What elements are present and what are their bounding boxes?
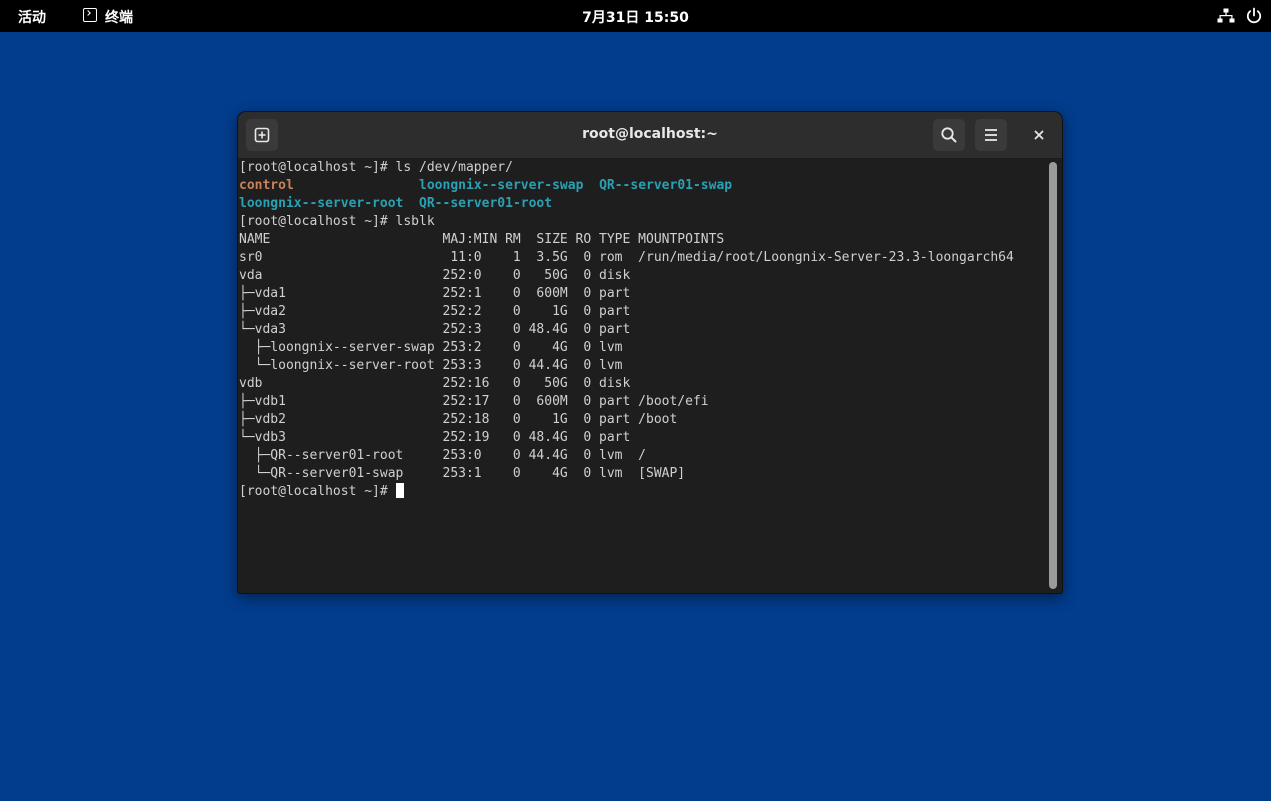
power-icon[interactable] xyxy=(1245,7,1263,25)
terminal-line: ├─vdb1 252:17 0 600M 0 part /boot/efi xyxy=(239,394,709,409)
terminal-line: └─vda3 252:3 0 48.4G 0 part xyxy=(239,322,631,337)
scrollbar[interactable] xyxy=(1049,162,1057,589)
close-icon xyxy=(1034,130,1044,140)
mapper-device-name: QR--server01-root xyxy=(419,196,553,211)
terminal-line: ├─loongnix--server-swap 253:2 0 4G 0 lvm xyxy=(239,340,623,355)
terminal-line: loongnix--server-root QR--server01-root xyxy=(239,195,1047,213)
network-icon[interactable] xyxy=(1217,8,1235,24)
terminal-line: vda 252:0 0 50G 0 disk xyxy=(239,268,631,283)
terminal-line: ├─vda2 252:2 0 1G 0 part xyxy=(239,304,631,319)
terminal-line: └─loongnix--server-root 253:3 0 44.4G 0 … xyxy=(239,358,623,373)
clock[interactable]: 7月31日 15:50 xyxy=(0,7,1271,27)
close-button[interactable] xyxy=(1023,119,1055,151)
hamburger-menu-icon xyxy=(985,129,997,141)
mapper-device-name: loongnix--server-root xyxy=(239,196,404,211)
main-menu-button[interactable] xyxy=(975,119,1007,151)
terminal-line: control loongnix--server-swap QR--server… xyxy=(239,177,1047,195)
terminal-line: sr0 11:0 1 3.5G 0 rom /run/media/root/Lo… xyxy=(239,250,1014,265)
terminal-line: NAME MAJ:MIN RM SIZE RO TYPE MOUNTPOINTS xyxy=(239,232,725,247)
terminal-line: ├─QR--server01-root 253:0 0 44.4G 0 lvm … xyxy=(239,448,646,463)
top-bar: 活动 终端 7月31日 15:50 xyxy=(0,0,1271,32)
terminal-output[interactable]: [root@localhost ~]# ls /dev/mapper/contr… xyxy=(239,159,1047,591)
mapper-device-name: QR--server01-swap xyxy=(599,178,733,193)
header-bar: root@localhost:~ xyxy=(238,112,1062,159)
clock-label: 7月31日 15:50 xyxy=(582,10,689,26)
mapper-device-name: loongnix--server-swap xyxy=(419,178,584,193)
prompt: [root@localhost ~]# xyxy=(239,484,388,499)
prompt-line[interactable]: [root@localhost ~]# xyxy=(239,483,1047,501)
terminal-line: vdb 252:16 0 50G 0 disk xyxy=(239,376,631,391)
terminal-line: ├─vdb2 252:18 0 1G 0 part /boot xyxy=(239,412,678,427)
text-cursor xyxy=(395,483,404,498)
terminal-line: └─QR--server01-swap 253:1 0 4G 0 lvm [SW… xyxy=(239,466,686,481)
terminal-line: [root@localhost ~]# lsblk xyxy=(239,214,435,229)
terminal-window: root@localhost:~ [root@localhost ~]# ls … xyxy=(238,112,1062,593)
search-icon xyxy=(941,127,957,143)
terminal-line: └─vdb3 252:19 0 48.4G 0 part xyxy=(239,430,631,445)
terminal-line: [root@localhost ~]# ls /dev/mapper/ xyxy=(239,160,513,175)
mapper-device-name: control xyxy=(239,178,294,193)
terminal-line: ├─vda1 252:1 0 600M 0 part xyxy=(239,286,631,301)
search-button[interactable] xyxy=(933,119,965,151)
